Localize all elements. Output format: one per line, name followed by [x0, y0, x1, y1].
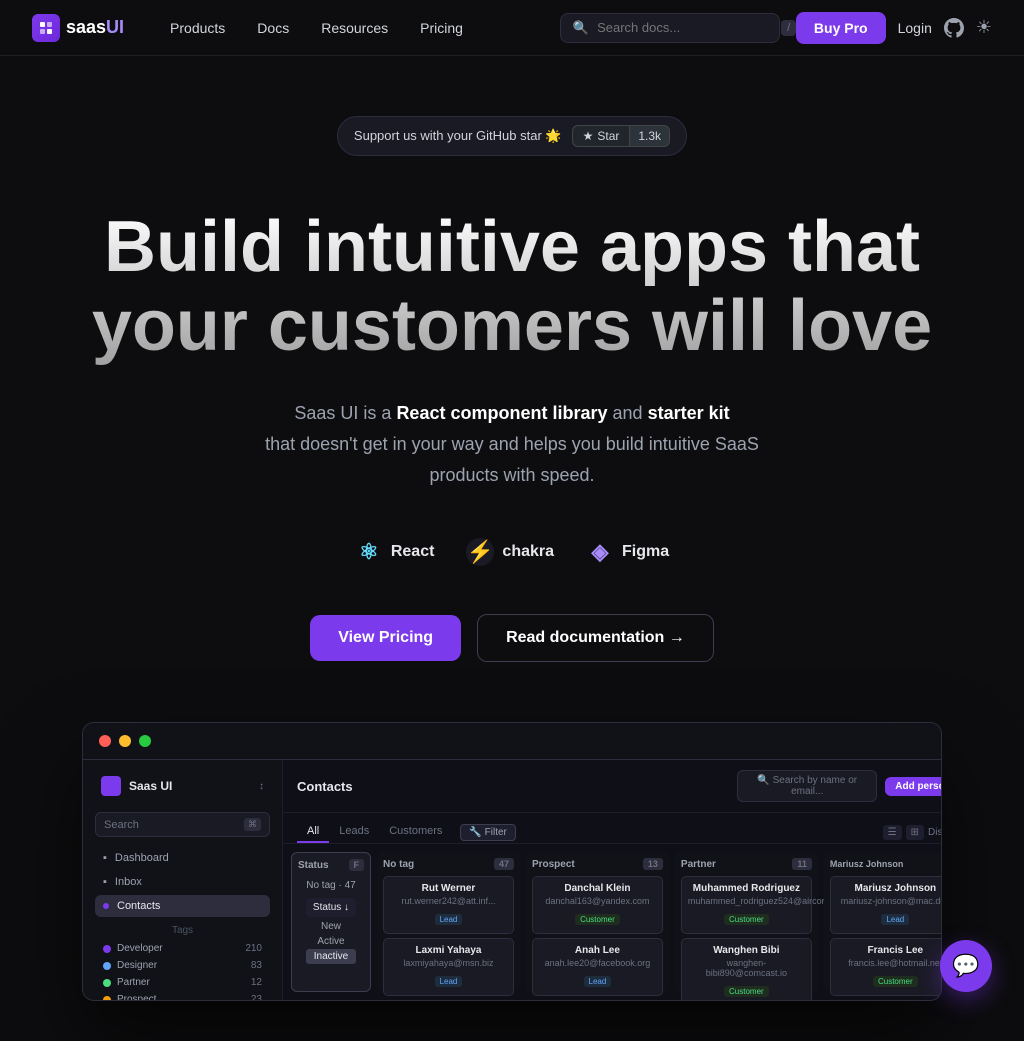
contacts-title: Contacts [297, 779, 353, 794]
tag-prospect[interactable]: Prospect 23 [95, 991, 270, 1001]
star-count: 1.3k [630, 125, 670, 147]
brand-name: saasUI [66, 17, 124, 38]
tab-all[interactable]: All [297, 821, 329, 843]
filter-dropdown[interactable]: Status ↓ New Active Inactive [298, 895, 364, 967]
minimize-dot [119, 735, 131, 747]
read-docs-button[interactable]: Read documentation → [477, 614, 714, 662]
filter-badge[interactable]: 🔧 Filter [460, 824, 515, 841]
nav-resources[interactable]: Resources [307, 14, 402, 42]
buy-pro-button[interactable]: Buy Pro [796, 12, 886, 44]
card-mariusz-johnson[interactable]: Mariusz Johnson mariusz-johnson@mac.dev … [830, 876, 942, 934]
chakra-badge: ⚡ chakra [466, 538, 554, 566]
card-rut-werner[interactable]: Rut Werner rut.werner242@att.inf... Lead [383, 876, 514, 934]
view-toggle-grid[interactable]: ⊞ [906, 825, 924, 840]
card-wanghen-bibi[interactable]: Wanghen Bibi wanghen-bibi890@comcast.io … [681, 938, 812, 1000]
nav-right: Buy Pro Login ☀ [796, 12, 992, 44]
github-star-badge: ★ Star 1.3k [572, 125, 670, 147]
status-new[interactable]: New [306, 919, 356, 934]
chat-icon: 💬 [952, 953, 979, 979]
kanban-col-notag: No tag 47 Rut Werner rut.werner242@att.i… [377, 852, 520, 992]
nav-docs[interactable]: Docs [243, 14, 303, 42]
kanban-col-partner: Partner 11 Muhammed Rodriguez muhammed_r… [675, 852, 818, 992]
hero-actions: View Pricing Read documentation → [310, 614, 714, 662]
card-laxmi-yahaya[interactable]: Laxmi Yahaya laxmiyahaya@msn.biz Lead [383, 938, 514, 996]
sidebar-logo-text: Saas UI [129, 779, 172, 793]
app-titlebar [83, 723, 941, 760]
search-bar[interactable]: 🔍 / [560, 13, 780, 43]
figma-icon: ◈ [586, 538, 614, 566]
close-dot [99, 735, 111, 747]
tag-color-prospect [103, 996, 111, 1002]
theme-toggle-icon[interactable]: ☀ [976, 17, 992, 38]
search-shortcut: / [781, 20, 796, 36]
app-main: Contacts 🔍 Search by name or email... Ad… [283, 760, 942, 1000]
sidebar-item-inbox[interactable]: ▪ Inbox [95, 871, 270, 893]
chakra-icon: ⚡ [466, 538, 494, 566]
tag-color-partner [103, 979, 111, 987]
inbox-icon: ▪ [103, 876, 107, 888]
display-label: Display [928, 827, 942, 838]
react-badge: ⚛ React [355, 538, 435, 566]
contacts-tabs: All Leads Customers 🔧 Filter ☰ ⊞ Display [283, 813, 942, 844]
tech-badges: ⚛ React ⚡ chakra ◈ Figma [355, 538, 669, 566]
hero-title: Build intuitive apps that your customers… [62, 208, 962, 366]
status-active[interactable]: Active [306, 934, 356, 949]
sidebar-item-dashboard[interactable]: ▪ Dashboard [95, 847, 270, 869]
card-anah-lee[interactable]: Anah Lee anah.lee20@facebook.org Lead [532, 938, 663, 996]
contacts-search[interactable]: 🔍 Search by name or email... [737, 770, 877, 802]
github-banner[interactable]: Support us with your GitHub star 🌟 ★ Sta… [337, 116, 687, 156]
kanban-board: Status F No tag · 47 Status ↓ New Active… [283, 844, 942, 1000]
github-banner-text: Support us with your GitHub star 🌟 [354, 128, 562, 144]
nav-products[interactable]: Products [156, 14, 239, 42]
card-francis-lee[interactable]: Francis Lee francis.lee@hotmail.net Cust… [830, 938, 942, 996]
hero-section: Support us with your GitHub star 🌟 ★ Sta… [0, 56, 1024, 1041]
active-indicator [103, 903, 109, 909]
dashboard-icon: ▪ [103, 852, 107, 864]
login-link[interactable]: Login [898, 20, 932, 36]
search-icon: 🔍 [573, 20, 589, 36]
app-toolbar: 🔍 Search by name or email... Add person [737, 770, 942, 802]
sidebar-tags: Tags Developer 210 Designer 83 Partner [95, 925, 270, 1001]
tag-color-designer [103, 962, 111, 970]
logo-icon [32, 14, 60, 42]
view-pricing-button[interactable]: View Pricing [310, 615, 461, 661]
sidebar-item-contacts[interactable]: Contacts [95, 895, 270, 917]
sidebar-search[interactable]: Search ⌘ [95, 812, 270, 837]
brand-logo[interactable]: saasUI [32, 14, 124, 42]
card-muhammed-rodriguez[interactable]: Muhammed Rodriguez muhammed_rodriguez524… [681, 876, 812, 934]
hero-subtitle: Saas UI is a React component library and… [232, 398, 792, 490]
navbar: saasUI Products Docs Resources Pricing 🔍… [0, 0, 1024, 56]
tab-leads[interactable]: Leads [329, 821, 379, 843]
tag-partner[interactable]: Partner 12 [95, 974, 270, 991]
sidebar-expand-icon: ↕ [259, 781, 264, 792]
app-main-header: Contacts 🔍 Search by name or email... Ad… [283, 760, 942, 813]
view-toggle-list[interactable]: ☰ [883, 825, 902, 840]
kanban-col-other: Mariusz Johnson 11 Mariusz Johnson mariu… [824, 852, 942, 992]
sidebar-logo: Saas UI ↕ [95, 772, 270, 800]
app-sidebar: Saas UI ↕ Search ⌘ ▪ Dashboard ▪ Inbox [83, 760, 283, 1000]
status-inactive[interactable]: Inactive [306, 949, 356, 964]
expand-dot [139, 735, 151, 747]
nav-links: Products Docs Resources Pricing [156, 14, 560, 42]
star-icon: ★ [583, 129, 594, 143]
card-danchal-klein[interactable]: Danchal Klein danchal163@yandex.com Cust… [532, 876, 663, 934]
filter-no-tag[interactable]: No tag · 47 [298, 877, 364, 894]
kanban-col-prospect: Prospect 13 Danchal Klein danchal163@yan… [526, 852, 669, 992]
kanban-filter-col: Status F No tag · 47 Status ↓ New Active… [291, 852, 371, 992]
sidebar-logo-icon [101, 776, 121, 796]
figma-badge: ◈ Figma [586, 538, 669, 566]
tag-developer[interactable]: Developer 210 [95, 940, 270, 957]
app-content: Saas UI ↕ Search ⌘ ▪ Dashboard ▪ Inbox [83, 760, 941, 1000]
app-preview: Saas UI ↕ Search ⌘ ▪ Dashboard ▪ Inbox [82, 722, 942, 1001]
github-icon[interactable] [944, 18, 964, 38]
star-button[interactable]: ★ Star [572, 125, 631, 147]
chat-bubble[interactable]: 💬 [940, 940, 992, 992]
tag-color-developer [103, 945, 111, 953]
tag-designer[interactable]: Designer 83 [95, 957, 270, 974]
add-person-button[interactable]: Add person [885, 777, 942, 796]
react-icon: ⚛ [355, 538, 383, 566]
search-input[interactable] [597, 20, 773, 35]
tab-customers[interactable]: Customers [379, 821, 452, 843]
nav-pricing[interactable]: Pricing [406, 14, 477, 42]
